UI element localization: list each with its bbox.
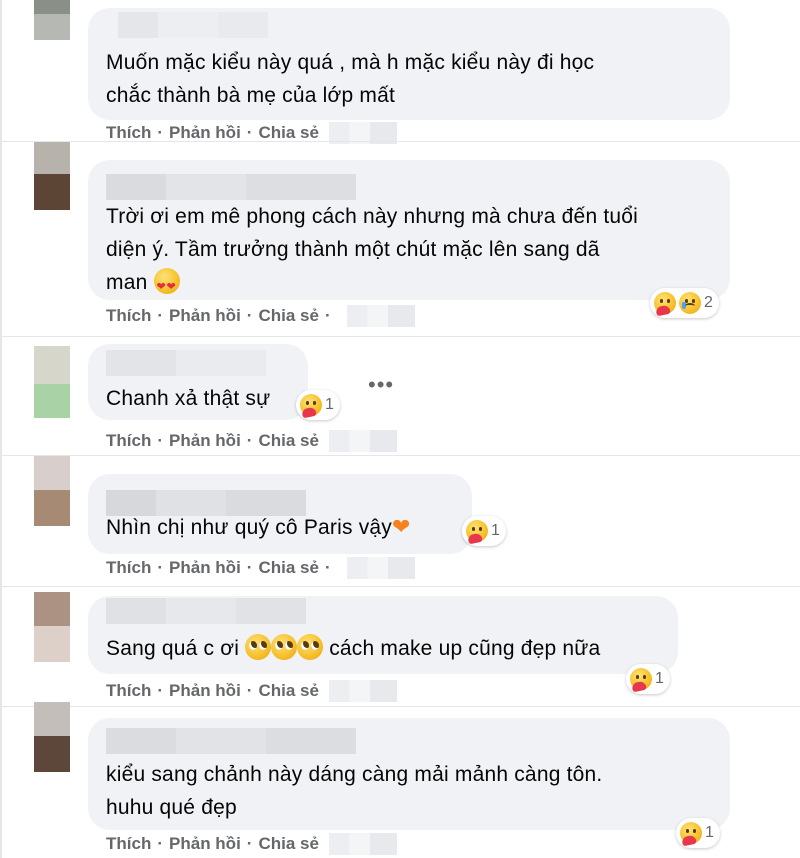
divider xyxy=(0,336,800,337)
reply-button[interactable]: Phản hồi xyxy=(169,306,241,326)
timestamp xyxy=(328,680,397,702)
timestamp xyxy=(328,430,397,452)
commenter-name[interactable] xyxy=(106,598,306,624)
like-button[interactable]: Thích xyxy=(106,558,151,578)
share-button[interactable]: Chia sẻ xyxy=(258,558,318,578)
reaction-summary[interactable]: 2 xyxy=(650,288,719,318)
comment-bubble: kiểu sang chảnh này dáng càng mải mảnh c… xyxy=(88,718,730,830)
avatar[interactable] xyxy=(34,346,70,418)
pleading-face-icon xyxy=(271,634,298,660)
avatar[interactable] xyxy=(34,702,70,772)
comment-text: Chanh xả thật sự xyxy=(106,387,271,410)
reply-button[interactable]: Phản hồi xyxy=(169,123,241,143)
reply-button[interactable]: Phản hồi xyxy=(169,431,241,451)
commenter-name[interactable] xyxy=(118,12,268,38)
comment-actions: Thích · Phản hồi · Chia sẻ xyxy=(106,430,397,452)
comment-bubble: Sang quá c ơi cách make up cũng đẹp nữa xyxy=(88,596,678,674)
orange-heart-icon: ❤ xyxy=(392,514,411,539)
share-button[interactable]: Chia sẻ xyxy=(258,834,318,854)
reaction-count: 2 xyxy=(704,294,713,311)
comment-actions: Thích · Phản hồi · Chia sẻ xyxy=(106,680,397,702)
like-button[interactable]: Thích xyxy=(106,123,151,143)
reply-button[interactable]: Phản hồi xyxy=(169,834,241,854)
comment-text: Sang quá c ơi cách make up cũng đẹp nữa xyxy=(106,632,600,665)
divider xyxy=(0,141,800,142)
more-options-icon[interactable]: ••• xyxy=(368,372,394,398)
comment-actions: Thích · Phản hồi · Chia sẻ · xyxy=(106,305,415,327)
divider xyxy=(0,455,800,456)
care-reaction-icon xyxy=(466,520,488,542)
comment-bubble: Chanh xả thật sự xyxy=(88,344,308,420)
avatar[interactable] xyxy=(34,592,70,662)
reaction-count: 1 xyxy=(655,670,664,687)
comment-actions: Thích · Phản hồi · Chia sẻ xyxy=(106,833,397,855)
like-button[interactable]: Thích xyxy=(106,306,151,326)
reply-button[interactable]: Phản hồi xyxy=(169,558,241,578)
like-button[interactable]: Thích xyxy=(106,834,151,854)
left-border xyxy=(0,0,2,858)
reaction-summary[interactable]: 1 xyxy=(676,818,720,848)
comment-bubble: Muốn mặc kiểu này quá , mà h mặc kiểu nà… xyxy=(88,8,730,120)
commenter-name[interactable] xyxy=(106,728,356,754)
care-reaction-icon xyxy=(630,668,652,690)
divider xyxy=(0,586,800,587)
heart-eyes-icon xyxy=(153,268,180,304)
comment-bubble: Nhìn chị như quý cô Paris vậy❤ xyxy=(88,474,472,554)
avatar[interactable] xyxy=(34,0,70,40)
care-reaction-icon xyxy=(654,292,676,314)
reaction-summary[interactable]: 1 xyxy=(462,516,506,546)
share-button[interactable]: Chia sẻ xyxy=(258,431,318,451)
share-button[interactable]: Chia sẻ xyxy=(258,306,318,326)
avatar[interactable] xyxy=(34,142,70,210)
reaction-count: 1 xyxy=(491,522,500,539)
timestamp xyxy=(328,833,397,855)
care-reaction-icon xyxy=(680,822,702,844)
commenter-name[interactable] xyxy=(106,350,266,376)
reaction-count: 1 xyxy=(325,396,334,413)
sad-reaction-icon xyxy=(679,292,701,314)
comment-bubble: Trời ơi em mê phong cách này nhưng mà ch… xyxy=(88,160,730,304)
timestamp xyxy=(346,557,415,579)
comment-actions: Thích · Phản hồi · Chia sẻ · xyxy=(106,557,415,579)
timestamp xyxy=(346,305,415,327)
share-button[interactable]: Chia sẻ xyxy=(258,681,318,701)
divider xyxy=(0,706,800,707)
reaction-count: 1 xyxy=(705,824,714,841)
like-button[interactable]: Thích xyxy=(106,431,151,451)
pleading-face-icon xyxy=(245,634,272,660)
commenter-name[interactable] xyxy=(106,174,356,200)
like-button[interactable]: Thích xyxy=(106,681,151,701)
reaction-summary[interactable]: 1 xyxy=(626,664,670,694)
comment-text: Nhìn chị như quý cô Paris vậy❤ xyxy=(106,514,411,539)
share-button[interactable]: Chia sẻ xyxy=(258,123,318,143)
avatar[interactable] xyxy=(34,456,70,526)
pleading-face-icon xyxy=(297,634,324,660)
reaction-summary[interactable]: 1 xyxy=(296,390,340,420)
comment-text: Trời ơi em mê phong cách này nhưng mà ch… xyxy=(106,200,638,304)
comment-text: kiểu sang chảnh này dáng càng mải mảnh c… xyxy=(106,763,603,819)
comment-text: Muốn mặc kiểu này quá , mà h mặc kiểu nà… xyxy=(106,51,595,107)
reply-button[interactable]: Phản hồi xyxy=(169,681,241,701)
care-reaction-icon xyxy=(300,394,322,416)
